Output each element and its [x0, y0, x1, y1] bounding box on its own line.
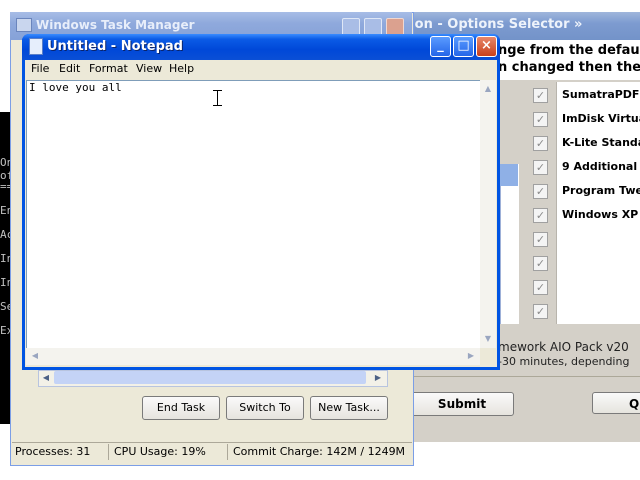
scroll-up-arrow-icon[interactable]: ▲	[481, 82, 495, 96]
menu-format[interactable]: Format	[89, 61, 128, 77]
minimize-icon[interactable]: _	[430, 36, 451, 57]
notepad-content[interactable]: I love you all	[29, 81, 122, 94]
option-item[interactable]: Windows XP T	[562, 208, 640, 221]
status-cpu-usage: CPU Usage: 19%	[108, 444, 226, 460]
scroll-right-arrow-icon[interactable]: ▶	[371, 371, 385, 385]
checkbox-icon[interactable]: ✓	[533, 136, 548, 151]
notepad-title: Untitled - Notepad	[47, 39, 183, 54]
checkbox-icon[interactable]: ✓	[533, 280, 548, 295]
options-title: tion - Options Selector »	[404, 17, 583, 32]
options-heading-line-1: nge from the default c	[498, 43, 640, 58]
option-item[interactable]: ImDisk Virtual	[562, 112, 640, 125]
checkbox-icon[interactable]: ✓	[533, 256, 548, 271]
options-footer-line-2: -30 minutes, depending	[498, 355, 630, 368]
scroll-down-arrow-icon[interactable]: ▼	[481, 332, 495, 346]
checkbox-icon[interactable]: ✓	[533, 208, 548, 223]
cursor-cap-top	[213, 90, 222, 91]
options-other-button[interactable]: Q	[592, 392, 640, 414]
notepad-vertical-scrollbar[interactable]	[480, 80, 496, 348]
options-frame-panel	[500, 164, 519, 324]
options-footer-line-1: mework AIO Pack v20	[498, 340, 629, 354]
new-task-button[interactable]: New Task...	[310, 396, 388, 420]
option-item[interactable]: K-Lite Standar	[562, 136, 640, 149]
scrollbar-thumb[interactable]	[54, 371, 366, 384]
close-icon[interactable]: ×	[476, 36, 497, 57]
submit-button[interactable]: Submit	[410, 392, 514, 416]
notepad-text-area[interactable]	[26, 80, 481, 349]
option-item[interactable]: SumatraPDF v3	[562, 88, 640, 101]
maximize-icon[interactable]: □	[453, 36, 474, 57]
scroll-left-arrow-icon[interactable]: ◀	[39, 371, 53, 385]
notepad-horizontal-scrollbar[interactable]	[26, 348, 480, 365]
status-commit-charge: Commit Charge: 142M / 1249M	[227, 444, 411, 460]
checkbox-icon[interactable]: ✓	[533, 232, 548, 247]
task-manager-icon	[16, 18, 32, 32]
scroll-left-arrow-icon[interactable]: ◀	[28, 349, 42, 363]
checkbox-icon[interactable]: ✓	[533, 160, 548, 175]
switch-to-button[interactable]: Switch To	[226, 396, 304, 420]
option-item[interactable]: 9 Additional W	[562, 160, 640, 173]
size-grip-icon[interactable]	[480, 348, 496, 365]
options-divider	[414, 376, 640, 377]
menu-view[interactable]: View	[136, 61, 162, 77]
text-cursor-icon	[217, 90, 219, 106]
menu-help[interactable]: Help	[169, 61, 194, 77]
task-manager-title: Windows Task Manager	[36, 18, 195, 32]
cursor-cap-bottom	[213, 105, 222, 106]
options-heading-line-2: n changed then the de	[498, 60, 640, 75]
status-processes: Processes: 31	[15, 445, 91, 458]
checkbox-icon[interactable]: ✓	[533, 112, 548, 127]
scroll-right-arrow-icon[interactable]: ▶	[464, 349, 478, 363]
end-task-button[interactable]: End Task	[142, 396, 220, 420]
checkbox-icon[interactable]: ✓	[533, 88, 548, 103]
checkbox-icon[interactable]: ✓	[533, 304, 548, 319]
options-frame-header	[500, 164, 518, 186]
option-item[interactable]: Program Twea	[562, 184, 640, 197]
checkbox-icon[interactable]: ✓	[533, 184, 548, 199]
menu-edit[interactable]: Edit	[59, 61, 80, 77]
menu-file[interactable]: File	[31, 61, 49, 77]
notepad-icon	[29, 38, 43, 55]
